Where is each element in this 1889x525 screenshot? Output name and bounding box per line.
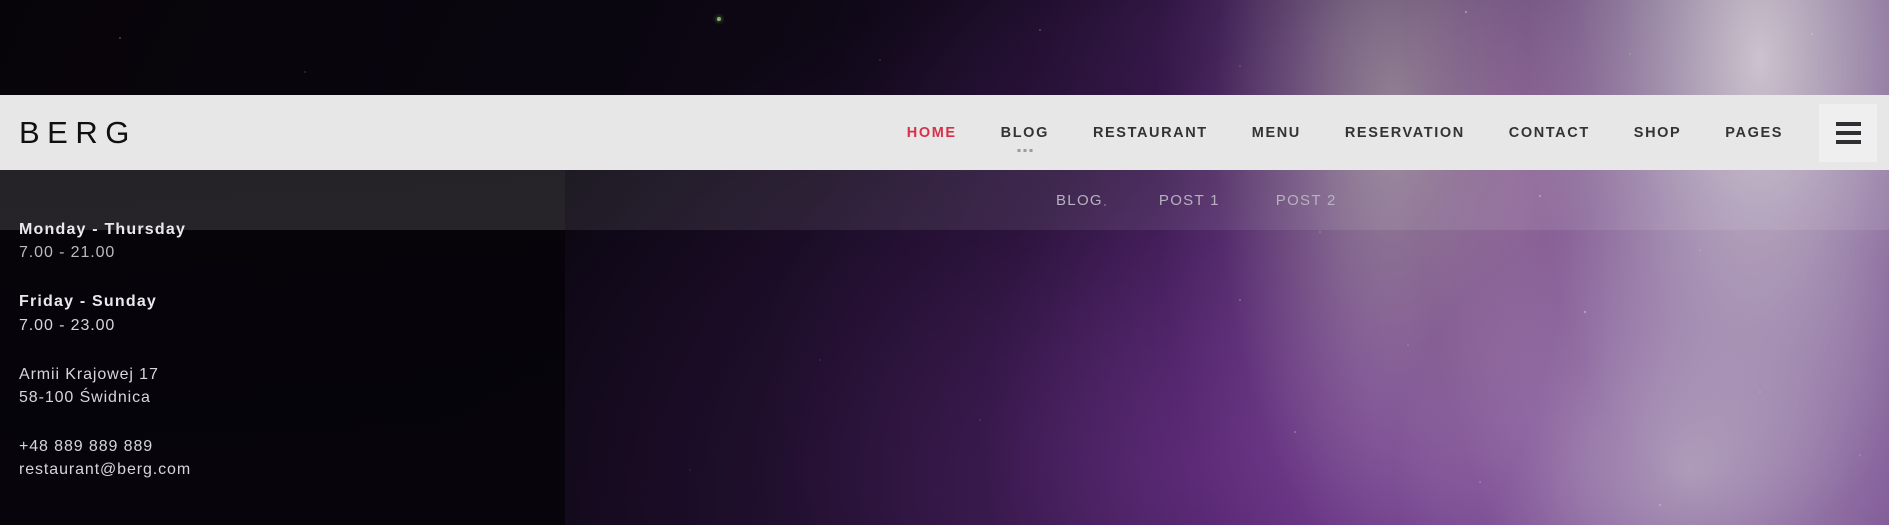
nav-item-contact[interactable]: CONTACT xyxy=(1487,95,1612,170)
green-star-speck xyxy=(717,17,721,21)
blog-submenu-items: BLOG POST 1 POST 2 xyxy=(1056,192,1393,209)
hours-time-weekend: 7.00 - 23.00 xyxy=(19,316,116,334)
hamburger-bar xyxy=(1835,130,1861,135)
contact-email[interactable]: restaurant@berg.com xyxy=(19,458,565,481)
address-block: Armii Krajowej 17 58-100 Świdnica xyxy=(19,363,565,409)
dropdown-indicator-dots-icon xyxy=(1017,149,1033,152)
nav-item-restaurant[interactable]: RESTAURANT xyxy=(1071,95,1230,170)
blog-submenu-bar: BLOG POST 1 POST 2 xyxy=(0,170,1889,230)
site-logo[interactable]: BERG xyxy=(19,117,137,148)
address-street: Armii Krajowej 17 xyxy=(19,365,159,383)
nav-item-label: HOME xyxy=(906,124,957,141)
contact-block: +48 889 889 889 restaurant@berg.com xyxy=(19,435,565,481)
nav-item-label: MENU xyxy=(1251,124,1301,141)
hamburger-menu-icon[interactable] xyxy=(1819,103,1877,162)
nav-item-label: SHOP xyxy=(1633,124,1682,141)
site-header: BERG HOME BLOG RESTAURANT MENU RESERVATI… xyxy=(0,95,1889,170)
nav-item-blog[interactable]: BLOG xyxy=(979,95,1071,170)
nav-item-label: RESTAURANT xyxy=(1092,124,1208,141)
hours-days-weekend: Friday - Sunday xyxy=(19,293,158,311)
hamburger-bar xyxy=(1835,121,1861,126)
hours-block-weekend: Friday - Sunday 7.00 - 23.00 xyxy=(19,290,565,336)
page-root: BLOG POST 1 POST 2 Monday - Thursday 7.0… xyxy=(0,0,1889,525)
nav-item-label: BLOG xyxy=(1000,124,1049,141)
nav-item-pages[interactable]: PAGES xyxy=(1703,95,1805,170)
hours-time-weekday: 7.00 - 21.00 xyxy=(19,244,116,262)
contact-phone[interactable]: +48 889 889 889 xyxy=(19,435,565,458)
submenu-item-blog[interactable]: BLOG xyxy=(1056,192,1103,209)
nav-item-label: RESERVATION xyxy=(1344,124,1465,141)
nav-item-shop[interactable]: SHOP xyxy=(1612,95,1704,170)
hamburger-bar xyxy=(1835,139,1861,144)
address-city: 58-100 Świdnica xyxy=(19,388,151,406)
nav-item-home[interactable]: HOME xyxy=(885,95,979,170)
main-navigation: HOME BLOG RESTAURANT MENU RESERVATION CO… xyxy=(885,95,1805,170)
nav-item-label: CONTACT xyxy=(1508,124,1590,141)
nav-item-label: PAGES xyxy=(1725,124,1783,141)
submenu-item-post-1[interactable]: POST 1 xyxy=(1159,192,1220,209)
nav-item-menu[interactable]: MENU xyxy=(1230,95,1323,170)
submenu-item-post-2[interactable]: POST 2 xyxy=(1276,192,1337,209)
nav-item-reservation[interactable]: RESERVATION xyxy=(1323,95,1487,170)
